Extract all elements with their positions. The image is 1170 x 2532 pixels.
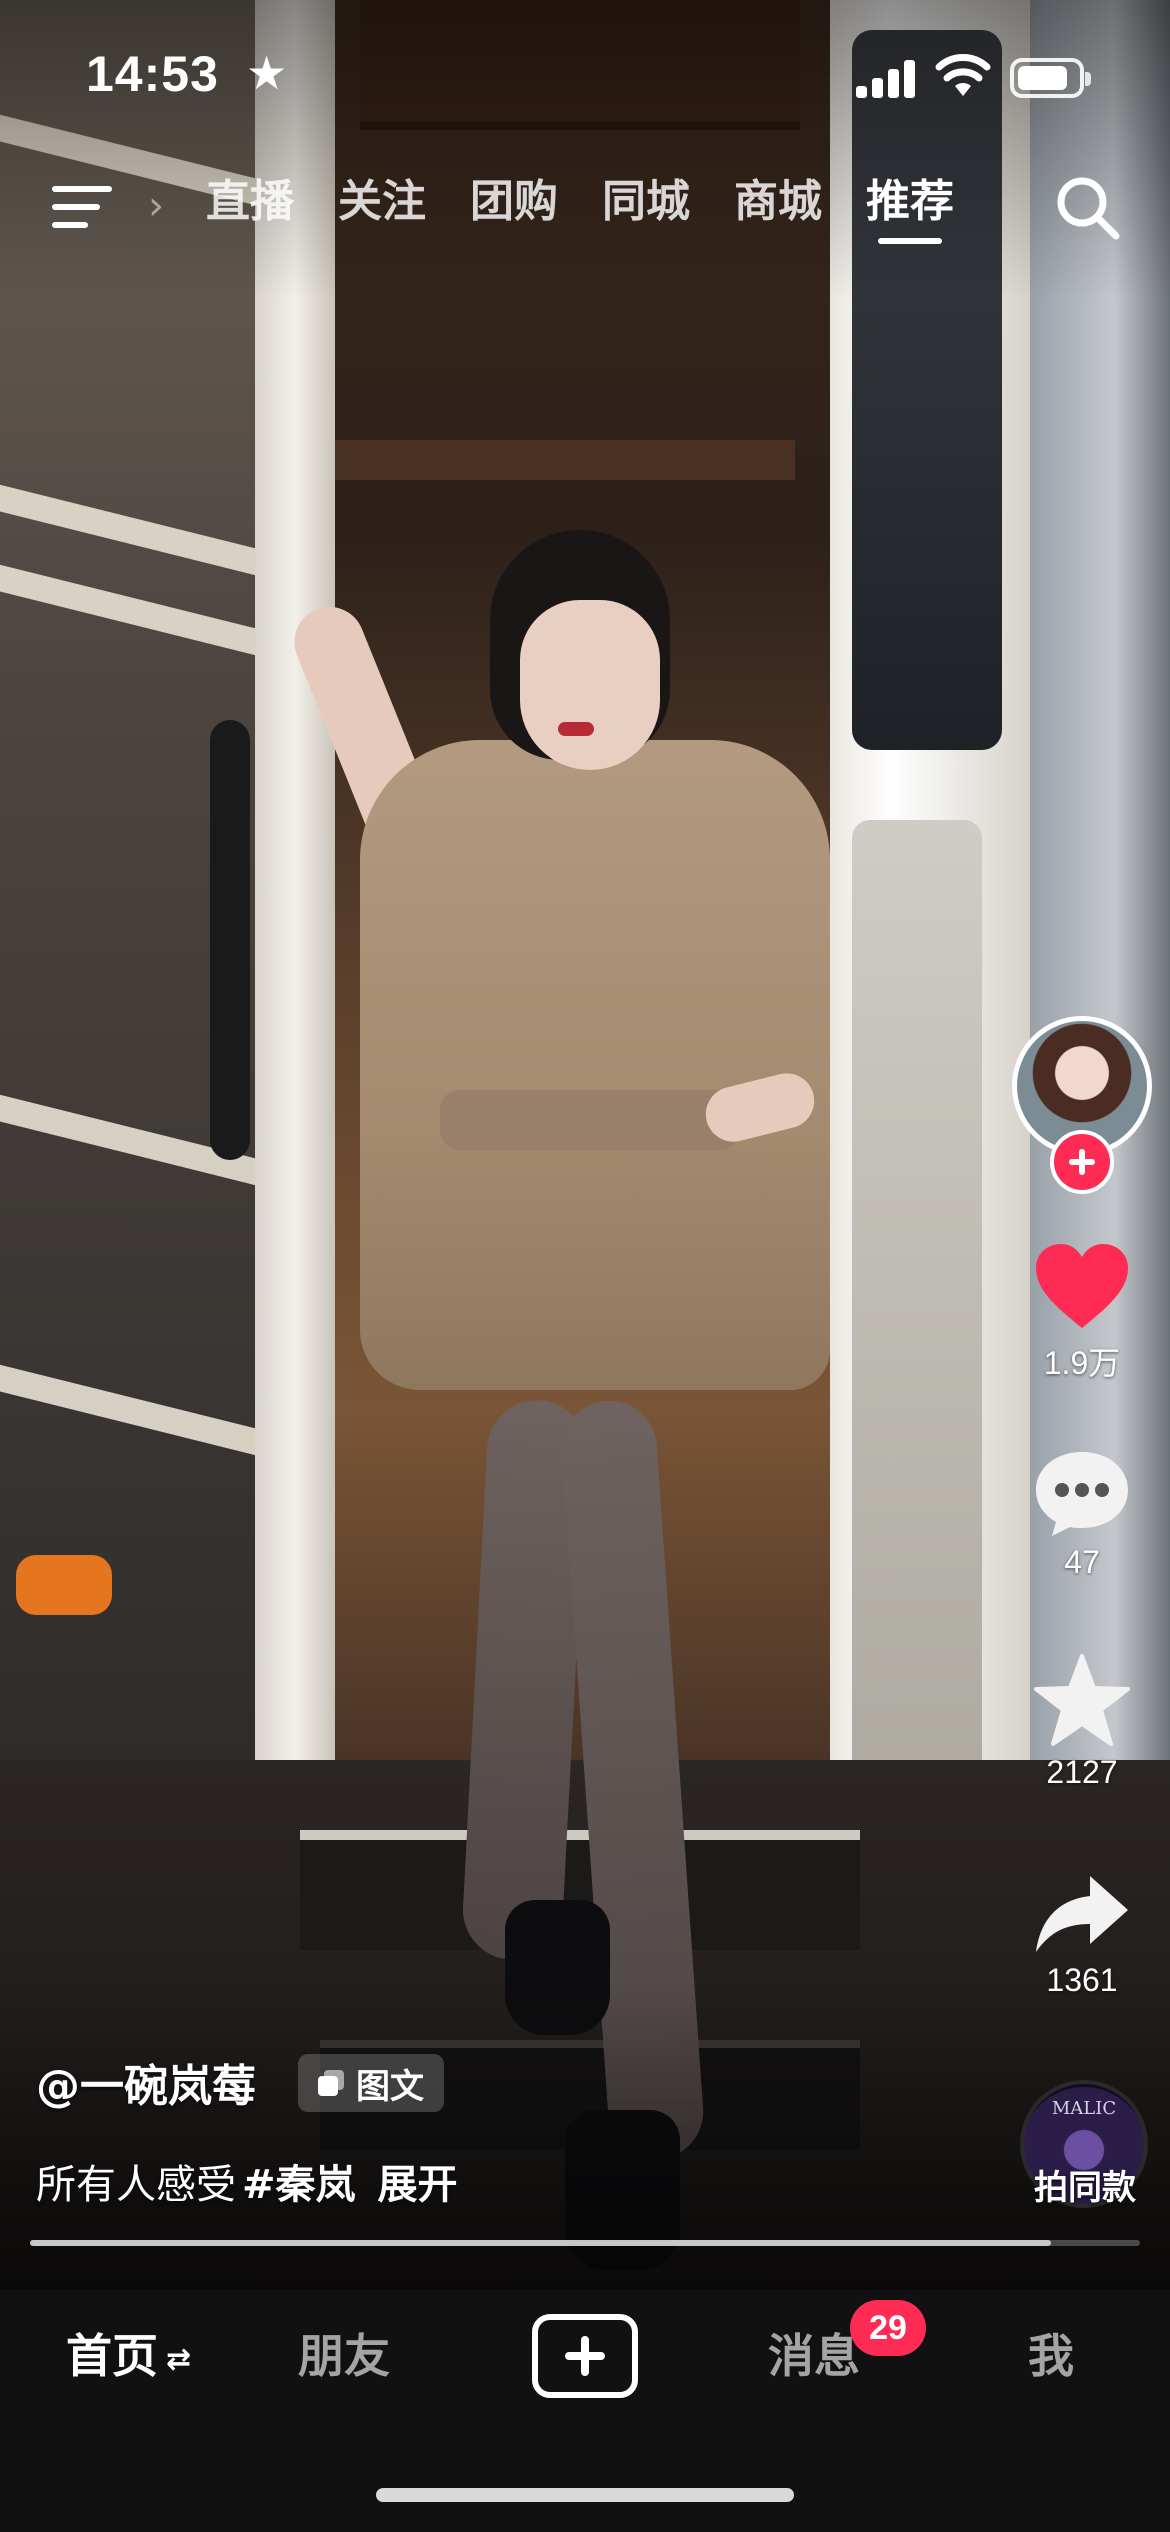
wifi-icon — [935, 54, 991, 96]
person-lips — [558, 722, 594, 736]
expand-link[interactable]: 展开 — [378, 2162, 458, 2208]
nav-messages[interactable]: 消息 — [768, 2320, 860, 2386]
favorite-button[interactable]: 2127 — [1010, 1652, 1154, 1791]
search-icon[interactable] — [1052, 172, 1122, 242]
like-count: 1.9万 — [1043, 1345, 1121, 1381]
post-type-label: 图文 — [356, 2066, 424, 2107]
post-photo[interactable] — [0, 0, 1170, 2290]
nav-overflow-icon: › — [148, 183, 164, 229]
progress-fill — [30, 2240, 1052, 2246]
person-face — [520, 600, 660, 770]
nav-me[interactable]: 我 — [1028, 2320, 1074, 2386]
status-time: 14:53 — [86, 46, 219, 102]
tab-following[interactable]: 关注 — [338, 172, 426, 244]
favorite-count: 2127 — [1046, 1754, 1118, 1790]
door-handle — [210, 720, 250, 1160]
location-star-icon: ★ — [246, 46, 288, 100]
star-icon — [1034, 1654, 1130, 1746]
post-type-tag: 图文 — [298, 2054, 444, 2112]
plus-icon — [1069, 1149, 1095, 1175]
album-icon — [318, 2070, 344, 2096]
battery-level — [1018, 66, 1068, 90]
shoot-same-button[interactable]: 拍同款 — [1010, 2160, 1160, 2209]
coat-belt — [440, 1090, 740, 1150]
person-coat — [360, 740, 830, 1390]
share-icon — [1036, 1876, 1128, 1952]
menu-icon[interactable] — [52, 178, 118, 234]
author-name[interactable]: @一碗岚莓 — [36, 2050, 256, 2114]
hashtag-link[interactable]: #秦岚 — [242, 2162, 356, 2208]
plus-icon — [565, 2336, 605, 2376]
tab-live[interactable]: 直播 — [206, 172, 294, 244]
home-indicator[interactable] — [376, 2488, 794, 2502]
marker-light — [16, 1555, 112, 1615]
tab-mall[interactable]: 商城 — [734, 172, 822, 244]
create-button[interactable] — [532, 2314, 638, 2398]
music-disc-label: MALIC — [1051, 2098, 1117, 2119]
caption-text: 所有人感受 — [36, 2162, 236, 2208]
follow-button[interactable] — [1050, 1130, 1114, 1194]
tab-recommended[interactable]: 推荐 — [866, 172, 954, 244]
like-button[interactable]: 1.9万 — [1010, 1240, 1154, 1384]
nav-home-label: 首页 — [66, 2329, 158, 2383]
cellular-signal-icon — [856, 58, 918, 98]
tab-group-buy[interactable]: 团购 — [470, 172, 558, 244]
post-caption: 所有人感受 #秦岚 展开 — [36, 2152, 458, 2210]
heart-icon — [1036, 1244, 1128, 1328]
comment-button[interactable]: 47 — [1010, 1446, 1154, 1581]
comment-icon — [1036, 1452, 1128, 1536]
refresh-swap-icon: ⇄ — [166, 2342, 192, 2377]
messages-badge: 29 — [850, 2300, 926, 2356]
comment-count: 47 — [1064, 1544, 1100, 1580]
playback-progress[interactable] — [30, 2240, 1140, 2246]
nav-friends[interactable]: 朋友 — [298, 2320, 390, 2386]
tab-nearby[interactable]: 同城 — [602, 172, 690, 244]
share-button[interactable]: 1361 — [1010, 1870, 1154, 1999]
rv-shelf — [335, 440, 795, 480]
nav-home[interactable]: 首页 ⇄ — [66, 2320, 191, 2386]
battery-icon — [1010, 58, 1091, 98]
share-count: 1361 — [1046, 1962, 1118, 1998]
status-bar: 14:53 ★ — [0, 0, 1170, 150]
rv-door-panel — [852, 820, 982, 1920]
top-tabs: 直播 关注 团购 同城 商城 推荐 — [206, 172, 954, 244]
